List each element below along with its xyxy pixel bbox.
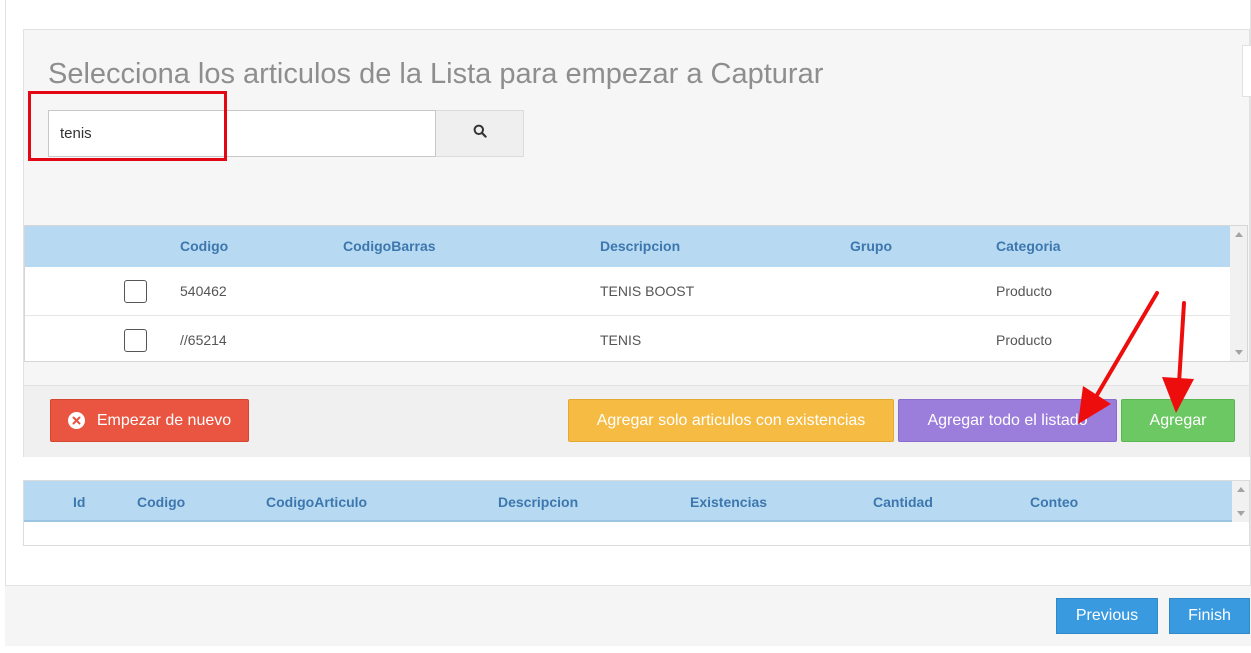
add-all-label: Agregar todo el listado <box>927 411 1088 429</box>
add-button[interactable]: Agregar <box>1121 399 1235 442</box>
add-all-button[interactable]: Agregar todo el listado <box>898 399 1117 442</box>
panel-edge <box>1242 45 1251 97</box>
header-descripcion[interactable]: Descripcion <box>600 238 680 254</box>
reset-button-label: Empezar de nuevo <box>96 411 232 429</box>
reset-button[interactable]: Empezar de nuevo <box>50 399 249 442</box>
header-cantidad[interactable]: Cantidad <box>873 494 933 510</box>
row-categoria: Producto <box>996 283 1053 299</box>
row-descripcion: TENIS BOOST <box>600 283 695 299</box>
finish-button[interactable]: Finish <box>1169 598 1250 634</box>
header-categoria[interactable]: Categoria <box>996 238 1061 254</box>
header-id[interactable]: Id <box>73 494 85 510</box>
header-conteo[interactable]: Conteo <box>1030 494 1078 510</box>
header-existencias[interactable]: Existencias <box>690 494 767 510</box>
row-codigo: 540462 <box>180 283 227 299</box>
search-icon <box>473 124 487 143</box>
table-row[interactable]: //65214 TENIS Producto <box>25 316 1231 361</box>
previous-button[interactable]: Previous <box>1056 598 1158 634</box>
row-categoria: Producto <box>996 332 1053 348</box>
add-stock-only-button[interactable]: Agregar solo articulos con existencias <box>568 399 894 442</box>
add-label: Agregar <box>1149 411 1207 429</box>
row-codigo: //65214 <box>180 332 227 348</box>
search-input[interactable] <box>48 110 436 157</box>
table-row[interactable]: 540462 TENIS BOOST Producto <box>25 267 1231 316</box>
add-stock-only-label: Agregar solo articulos con existencias <box>596 411 866 429</box>
capture-table: Id Codigo CodigoArticulo Descripcion Exi… <box>23 480 1250 546</box>
header-codigo[interactable]: Codigo <box>180 238 228 254</box>
articles-table: Codigo CodigoBarras Descripcion Grupo Ca… <box>24 225 1248 362</box>
header-descripcion[interactable]: Descripcion <box>498 494 578 510</box>
header-codigo[interactable]: Codigo <box>137 494 185 510</box>
header-codigo-articulo[interactable]: CodigoArticulo <box>266 494 367 510</box>
scroll-up-icon[interactable] <box>1235 232 1243 237</box>
close-circle-icon <box>67 412 85 429</box>
scroll-down-icon[interactable] <box>1235 350 1243 355</box>
header-codigo-barras[interactable]: CodigoBarras <box>343 238 436 254</box>
row-descripcion: TENIS <box>600 332 642 348</box>
capture-table-scrollbar[interactable] <box>1232 481 1249 522</box>
header-grupo[interactable]: Grupo <box>850 238 892 254</box>
page-title: Selecciona los articulos de la Lista par… <box>48 58 824 90</box>
search-button[interactable] <box>436 110 524 157</box>
articles-table-scrollbar[interactable] <box>1230 226 1247 361</box>
scroll-up-icon[interactable] <box>1237 487 1245 492</box>
row-checkbox[interactable] <box>124 280 147 303</box>
scroll-down-icon[interactable] <box>1237 511 1245 516</box>
row-checkbox[interactable] <box>124 329 147 352</box>
articles-table-header: Codigo CodigoBarras Descripcion Grupo Ca… <box>25 226 1231 268</box>
capture-table-header: Id Codigo CodigoArticulo Descripcion Exi… <box>24 481 1232 522</box>
